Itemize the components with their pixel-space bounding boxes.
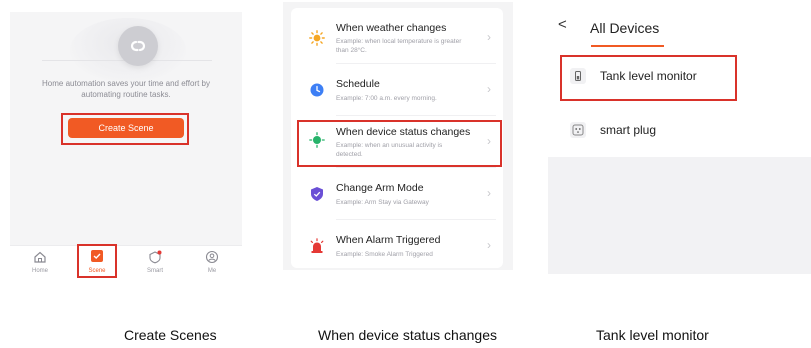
tab-me-label: Me (207, 268, 217, 274)
condition-alarm-triggered[interactable]: When Alarm Triggered Example: Smoke Alar… (291, 220, 503, 272)
chevron-right-icon: › (487, 82, 491, 96)
clock-icon (310, 83, 324, 97)
condition-alarm-title: When Alarm Triggered (336, 234, 441, 246)
shield-icon (311, 187, 323, 201)
me-icon (205, 250, 219, 264)
empty-area (548, 157, 811, 274)
highlight-device-status (297, 120, 502, 167)
tab-home[interactable]: Home (17, 246, 63, 281)
tab-smart-label: Smart (146, 268, 163, 274)
device-smart-plug-label: smart plug (600, 123, 657, 137)
scene-screen: Home automation saves your time and effo… (10, 12, 242, 281)
condition-arm-mode-title: Change Arm Mode (336, 182, 424, 194)
condition-alarm-subtitle: Example: Smoke Alarm Triggered (336, 251, 433, 258)
caption-tank-level-monitor: Tank level monitor (596, 327, 709, 343)
devices-screen: < All Devices Tank level monitor smart p… (548, 4, 811, 274)
caption-create-scenes: Create Scenes (124, 327, 217, 343)
highlight-create-scene (61, 113, 189, 145)
chevron-right-icon: › (487, 30, 491, 44)
condition-schedule[interactable]: Schedule Example: 7:00 a.m. every mornin… (291, 64, 503, 116)
highlight-scene-tab (77, 244, 117, 278)
caption-device-status: When device status changes (318, 327, 497, 343)
condition-weather-subtitle: Example: when local temperature is great… (336, 38, 462, 54)
back-arrow-icon[interactable]: < (558, 16, 567, 33)
condition-weather[interactable]: When weather changes Example: when local… (291, 12, 503, 64)
tab-me[interactable]: Me (189, 246, 235, 281)
bottom-tab-bar: Home Scene Smart Me (10, 245, 242, 281)
page-title: All Devices (590, 20, 660, 36)
home-icon (34, 251, 46, 263)
condition-screen: When weather changes Example: when local… (283, 2, 513, 270)
chevron-right-icon: › (487, 186, 491, 200)
title-underline (591, 45, 664, 47)
condition-arm-mode[interactable]: Change Arm Mode Example: Arm Stay via Ga… (291, 168, 503, 220)
highlight-tank-monitor (560, 55, 737, 101)
tab-home-label: Home (31, 268, 48, 274)
alarm-icon (310, 238, 324, 253)
device-smart-plug[interactable]: smart plug (560, 108, 736, 152)
smart-plug-icon (570, 122, 586, 138)
sun-icon (309, 30, 325, 46)
condition-weather-title: When weather changes (336, 22, 447, 34)
condition-arm-mode-subtitle: Example: Arm Stay via Gateway (336, 199, 429, 206)
smart-icon (149, 250, 162, 264)
chevron-right-icon: › (487, 238, 491, 252)
scene-description: Home automation saves your time and effo… (42, 79, 210, 99)
link-icon (118, 26, 158, 66)
condition-schedule-title: Schedule (336, 78, 380, 90)
tab-smart[interactable]: Smart (132, 246, 178, 281)
condition-schedule-subtitle: Example: 7:00 a.m. every morning. (336, 95, 437, 102)
